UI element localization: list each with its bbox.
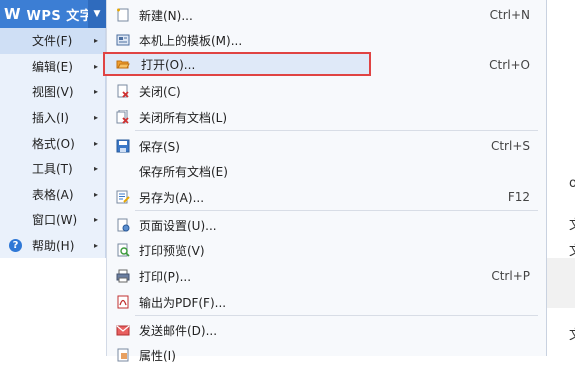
page-setup-icon — [117, 218, 130, 232]
doc-text-fragment: 文 — [569, 324, 575, 343]
menu-edit[interactable]: 编辑(E) ▸ — [0, 54, 105, 80]
separator — [135, 210, 538, 211]
chevron-right-icon: ▸ — [93, 61, 98, 71]
menu-item-new[interactable]: 新建(N)... Ctrl+N — [107, 3, 546, 27]
menu-item-label: 页面设置(U)... — [139, 218, 217, 233]
save-icon — [116, 139, 130, 153]
menu-item-save-as[interactable]: 另存为(A)... F12 — [107, 185, 546, 209]
menu-item-open[interactable]: 打开(O)... — [103, 52, 371, 76]
menu-item-label: 属性(I) — [139, 348, 176, 363]
open-folder-icon — [116, 60, 130, 69]
menu-label: 文件(F) — [32, 34, 73, 49]
help-icon: ? — [9, 239, 22, 253]
menu-file[interactable]: 文件(F) ▸ — [0, 28, 105, 54]
shortcut-label: Ctrl+O — [489, 58, 530, 72]
shortcut-label: Ctrl+S — [490, 139, 530, 153]
file-submenu: 新建(N)... Ctrl+N 本机上的模板(M)... 打开(O)... Ct… — [103, 0, 547, 363]
save-as-icon — [116, 190, 130, 204]
properties-icon — [117, 348, 129, 362]
menu-label: 视图(V) — [32, 85, 74, 100]
chevron-right-icon: ▸ — [93, 189, 98, 199]
menu-tools[interactable]: 工具(T) ▸ — [0, 156, 105, 182]
separator — [135, 130, 538, 131]
menu-item-save[interactable]: 保存(S) Ctrl+S — [107, 134, 546, 158]
menu-item-label: 新建(N)... — [139, 8, 193, 23]
chevron-right-icon: ▸ — [93, 138, 98, 148]
close-all-documents-icon — [116, 110, 129, 124]
wps-logo-icon: W — [4, 5, 21, 23]
new-document-icon — [117, 8, 129, 22]
main-menu: 文件(F) ▸ 编辑(E) ▸ 视图(V) ▸ 插入(I) ▸ 格式(O) ▸ … — [0, 28, 106, 258]
menu-item-label: 本机上的模板(M)... — [139, 33, 243, 48]
shortcut-label: Ctrl+P — [491, 269, 530, 283]
mail-icon — [116, 325, 130, 336]
menu-item-local-templates[interactable]: 本机上的模板(M)... — [107, 28, 546, 52]
menu-item-label: 另存为(A)... — [139, 190, 205, 205]
chevron-right-icon: ▸ — [93, 241, 98, 251]
menu-label: 窗口(W) — [32, 213, 78, 228]
menu-item-label: 保存所有文档(E) — [139, 164, 228, 179]
print-preview-icon — [117, 243, 130, 257]
printer-icon — [116, 269, 130, 283]
menu-item-close[interactable]: 关闭(C) — [107, 79, 546, 103]
menu-item-label: 关闭(C) — [139, 84, 181, 99]
menu-item-close-all[interactable]: 关闭所有文档(L) — [107, 105, 546, 129]
pdf-icon — [117, 295, 129, 309]
menu-label: 插入(I) — [32, 111, 69, 126]
doc-text-fragment: 文 — [569, 240, 575, 259]
menu-item-label: 打印(P)... — [139, 269, 192, 284]
wps-app-menu-button[interactable]: W WPS 文字 ▼ — [0, 0, 106, 28]
menu-item-label: 输出为PDF(F)... — [139, 295, 227, 310]
doc-text-fragment: o — [569, 176, 575, 191]
shortcut-label: Ctrl+N — [489, 8, 530, 22]
menu-format[interactable]: 格式(O) ▸ — [0, 130, 105, 156]
chevron-down-icon[interactable]: ▼ — [88, 0, 106, 28]
menu-window[interactable]: 窗口(W) ▸ — [0, 207, 105, 233]
menu-item-label: 打开(O)... — [141, 57, 196, 72]
menu-item-print[interactable]: 打印(P)... Ctrl+P — [107, 264, 546, 288]
doc-shaded-block — [547, 258, 575, 308]
menu-item-label: 关闭所有文档(L) — [139, 110, 228, 125]
menu-item-send-mail[interactable]: 发送邮件(D)... — [107, 318, 546, 342]
menu-item-export-pdf[interactable]: 输出为PDF(F)... — [107, 290, 546, 314]
menu-label: 帮助(H) — [32, 239, 75, 254]
chevron-right-icon: ▸ — [93, 113, 98, 123]
menu-table[interactable]: 表格(A) ▸ — [0, 182, 105, 208]
menu-item-save-all[interactable]: 保存所有文档(E) — [107, 159, 546, 183]
menu-label: 编辑(E) — [32, 59, 73, 74]
menu-label: 工具(T) — [32, 162, 73, 177]
menu-insert[interactable]: 插入(I) ▸ — [0, 105, 105, 131]
close-document-icon — [117, 84, 129, 98]
menu-item-label: 发送邮件(D)... — [139, 323, 218, 338]
doc-text-fragment: 文 — [569, 214, 575, 233]
menu-label: 表格(A) — [32, 187, 74, 202]
app-name: WPS 文字 — [26, 8, 94, 24]
menu-item-print-preview[interactable]: 打印预览(V) — [107, 238, 546, 262]
chevron-right-icon: ▸ — [93, 164, 98, 174]
menu-item-properties[interactable]: 属性(I) — [107, 343, 546, 367]
menu-item-page-setup[interactable]: 页面设置(U)... — [107, 213, 546, 237]
menu-item-label: 打印预览(V) — [139, 243, 205, 258]
menu-view[interactable]: 视图(V) ▸ — [0, 79, 105, 105]
chevron-right-icon: ▸ — [93, 36, 98, 46]
menu-item-label: 保存(S) — [139, 139, 180, 154]
document-area-edge: o 文 文 文 — [547, 0, 575, 356]
chevron-right-icon: ▸ — [93, 87, 98, 97]
template-icon — [116, 34, 130, 46]
menu-label: 格式(O) — [32, 136, 75, 151]
menu-help[interactable]: ? 帮助(H) ▸ — [0, 233, 105, 259]
chevron-right-icon: ▸ — [93, 215, 98, 225]
shortcut-label: F12 — [507, 190, 530, 204]
separator — [135, 315, 538, 316]
